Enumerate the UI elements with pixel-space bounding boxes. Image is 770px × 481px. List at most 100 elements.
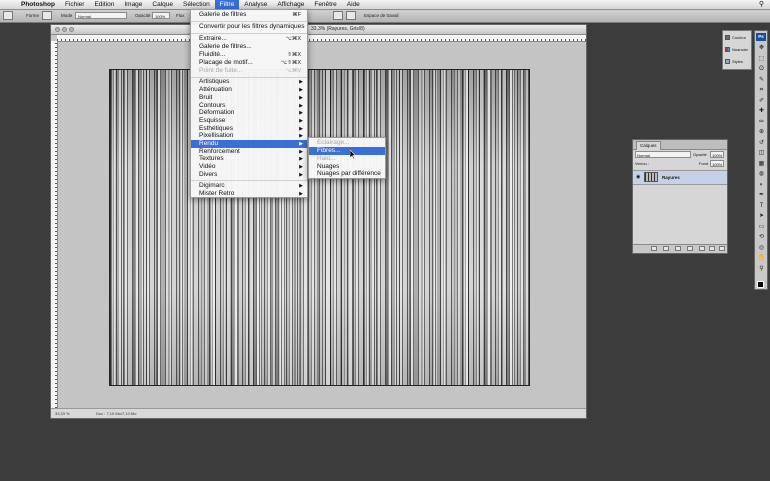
panel-couleur[interactable]: Couleur xyxy=(725,33,746,43)
new-layer-icon[interactable] xyxy=(709,246,715,251)
menu-item-deformation[interactable]: Déformation ▶ xyxy=(191,109,307,117)
panel-styles[interactable]: Styles xyxy=(725,57,743,67)
shape-icon[interactable]: ▭ xyxy=(757,224,766,231)
menu-item-esquisse[interactable]: Esquisse ▶ xyxy=(191,117,307,125)
quick-select-icon[interactable]: ✎ xyxy=(757,77,766,84)
brush-icon[interactable]: ✏ xyxy=(757,119,766,126)
photoshop-logo: Ps xyxy=(756,33,766,41)
stamp-icon[interactable]: ⊕ xyxy=(757,129,766,136)
layer-mask-icon[interactable] xyxy=(675,246,681,251)
menu-fichier[interactable]: Fichier xyxy=(60,0,90,9)
vertical-ruler[interactable] xyxy=(51,41,58,408)
eyedropper-icon[interactable]: ✐ xyxy=(757,98,766,105)
flux-label: Flux xyxy=(176,13,185,18)
magnifier-icon[interactable]: ⚲ xyxy=(759,0,764,9)
mouse-pointer-icon xyxy=(350,150,356,159)
blur-icon[interactable]: ◍ xyxy=(757,171,766,178)
menu-separator xyxy=(191,21,307,22)
menu-item-rendu[interactable]: Rendu ▶ xyxy=(191,140,307,148)
menu-item-video[interactable]: Vidéo ▶ xyxy=(191,163,307,171)
menu-item-placage[interactable]: Placage de motif... ⌥⇧⌘X xyxy=(191,59,307,67)
menu-affichage[interactable]: Affichage xyxy=(272,0,309,9)
healing-icon[interactable]: ✚ xyxy=(757,108,766,115)
image-canvas[interactable] xyxy=(109,69,530,386)
layers-panel-footer xyxy=(633,244,727,253)
zoom-level[interactable]: 33,33 % xyxy=(55,409,70,418)
doc-info[interactable]: Doc : 7,10 Mo/7,10 Mo xyxy=(96,409,136,418)
foreground-color-swatch[interactable] xyxy=(757,281,764,288)
rendu-submenu: Eclairage... Fibres... Halo... Nuages Nu… xyxy=(308,137,386,179)
tab-calques[interactable]: Calques xyxy=(636,141,661,150)
dodge-icon[interactable]: ◐ xyxy=(757,182,766,189)
move-icon[interactable]: ✥ xyxy=(757,45,766,52)
menu-item-extraire[interactable]: Extraire... ⌥⌘X xyxy=(191,35,307,43)
menu-item-galerie[interactable]: Galerie de filtres... xyxy=(191,43,307,51)
mode-select[interactable]: Normal xyxy=(75,12,127,19)
menu-item-fibres[interactable]: Fibres... xyxy=(309,147,385,155)
menu-analyse[interactable]: Analyse xyxy=(239,0,272,9)
workspace-menu[interactable]: Espace de travail xyxy=(364,10,399,22)
lasso-icon[interactable]: ʘ xyxy=(757,66,766,73)
options-bar: Forme Mode Normal Opacité 100% Flux Espa… xyxy=(0,10,770,23)
hand-icon[interactable]: ✋ xyxy=(757,255,766,262)
brush-preset-icon[interactable] xyxy=(3,11,13,20)
tools-panel: Ps ✥ ⬚ ʘ ✎ ⌗ ✐ ✚ ✏ ⊕ ↺ ◫ ▦ ◍ ◐ ✒ T ➤ ▭ ⟲ ◎ ✋ ⚲ xyxy=(754,30,768,290)
path-select-icon[interactable]: ➤ xyxy=(757,213,766,220)
menu-aide[interactable]: Aide xyxy=(342,0,365,9)
canvas-area[interactable] xyxy=(58,42,586,408)
menu-item-divers[interactable]: Divers ▶ xyxy=(191,171,307,179)
menu-item-textures[interactable]: Textures ▶ xyxy=(191,155,307,163)
menu-item-fluidite[interactable]: Fluidité... ⇧⌘X xyxy=(191,51,307,59)
document-title: 33,3% (Rayures, Gris/8) xyxy=(311,26,365,32)
menu-item-attenuation[interactable]: Atténuation ▶ xyxy=(191,86,307,94)
menu-item-digimarc[interactable]: Digimarc ▶ xyxy=(191,182,307,190)
menu-photoshop[interactable]: Photoshop xyxy=(16,0,60,9)
layer-name[interactable]: Rayures xyxy=(662,171,680,184)
close-icon[interactable] xyxy=(55,27,60,32)
eye-icon[interactable]: ◉ xyxy=(636,174,640,180)
brush-shape-picker[interactable] xyxy=(42,11,52,20)
new-group-icon[interactable] xyxy=(699,246,705,251)
tablet-pressure-icon[interactable] xyxy=(346,11,356,20)
fond-input[interactable]: 100% xyxy=(710,160,724,167)
3d-orbit-icon[interactable]: ◎ xyxy=(757,245,766,252)
menu-selection[interactable]: Sélection xyxy=(178,0,215,9)
minimize-icon[interactable] xyxy=(62,27,67,32)
airbrush-icon[interactable] xyxy=(333,11,343,20)
menu-fenetre[interactable]: Fenêtre xyxy=(309,0,341,9)
fond-label: Fond xyxy=(699,161,709,166)
menu-image[interactable]: Image xyxy=(119,0,147,9)
crop-icon[interactable]: ⌗ xyxy=(757,87,766,94)
opacite-input[interactable]: 100% xyxy=(152,12,170,19)
horizontal-ruler[interactable] xyxy=(57,35,586,42)
trash-icon[interactable] xyxy=(719,246,725,251)
blend-mode-select[interactable]: Normal xyxy=(635,151,691,158)
menu-item-last-filter[interactable]: Galerie de filtres ⌘F xyxy=(191,11,307,19)
type-icon[interactable]: T xyxy=(757,203,766,210)
panel-nuancier[interactable]: Nuancier xyxy=(725,45,748,55)
zoom-window-icon[interactable] xyxy=(69,27,74,32)
eraser-icon[interactable]: ◫ xyxy=(757,150,766,157)
menu-edition[interactable]: Edition xyxy=(89,0,119,9)
marquee-icon[interactable]: ⬚ xyxy=(757,56,766,63)
menu-calque[interactable]: Calque xyxy=(147,0,178,9)
layer-style-icon[interactable] xyxy=(663,246,669,251)
history-brush-icon[interactable]: ↺ xyxy=(757,140,766,147)
3d-rotate-icon[interactable]: ⟲ xyxy=(757,234,766,241)
menu-item-bruit[interactable]: Bruit ▶ xyxy=(191,94,307,102)
menu-item-pixellisation[interactable]: Pixellisation ▶ xyxy=(191,132,307,140)
menu-item-artistiques[interactable]: Artistiques ▶ xyxy=(191,78,307,86)
pen-icon[interactable]: ✒ xyxy=(757,192,766,199)
menu-filtre[interactable]: Filtre xyxy=(214,0,240,9)
adjustment-layer-icon[interactable] xyxy=(687,246,693,251)
layer-row[interactable]: ◉ Rayures xyxy=(633,170,727,185)
document-titlebar: 33,3% (Rayures, Gris/8) xyxy=(51,25,586,35)
zoom-icon[interactable]: ⚲ xyxy=(757,266,766,273)
menu-item-convert-smart[interactable]: Convertir pour les filtres dynamiques xyxy=(191,23,307,31)
menu-item-nuages-difference[interactable]: Nuages par différence xyxy=(309,170,385,178)
gradient-icon[interactable]: ▦ xyxy=(757,161,766,168)
opacite-input[interactable]: 100% xyxy=(710,151,724,158)
link-layers-icon[interactable] xyxy=(651,246,657,251)
menu-item-mister-retro[interactable]: Mister Retro ▶ xyxy=(191,190,307,198)
filtre-menu: Galerie de filtres ⌘F Convertir pour les … xyxy=(190,9,308,198)
